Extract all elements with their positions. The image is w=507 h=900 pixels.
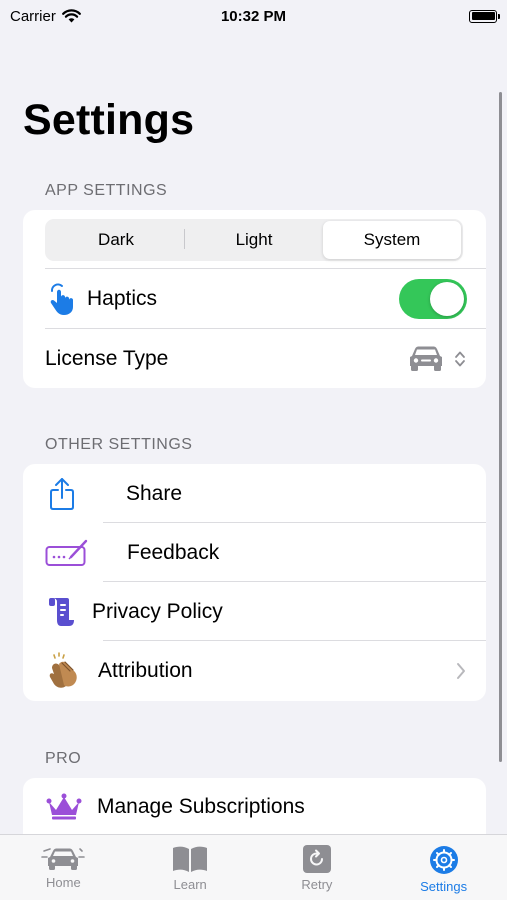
attribution-row[interactable]: Attribution: [23, 641, 486, 700]
privacy-policy-row[interactable]: Privacy Policy: [23, 582, 486, 641]
hand-tap-icon: [45, 282, 79, 316]
share-row[interactable]: Share: [23, 464, 486, 523]
tab-learn[interactable]: Learn: [127, 835, 254, 900]
feedback-row[interactable]: Feedback: [23, 523, 486, 582]
manage-subscriptions-row[interactable]: Manage Subscriptions: [23, 778, 486, 836]
haptics-row: Haptics: [23, 270, 486, 328]
appearance-option-light[interactable]: Light: [185, 221, 323, 259]
tab-bar: Home Learn Retry Settings: [0, 834, 507, 900]
feedback-icon: [45, 538, 89, 568]
book-icon: [171, 845, 209, 873]
tab-home[interactable]: Home: [0, 835, 127, 900]
separator: [45, 268, 486, 269]
appearance-option-dark[interactable]: Dark: [47, 221, 185, 259]
app-settings-header: APP SETTINGS: [45, 182, 168, 199]
haptics-toggle[interactable]: [399, 279, 467, 319]
tab-retry-label: Retry: [301, 877, 333, 892]
other-settings-card: Share Feedback Privacy Policy Attributio…: [23, 464, 486, 701]
scroll-icon: [45, 596, 79, 628]
haptics-label: Haptics: [87, 287, 158, 310]
attribution-label: Attribution: [98, 658, 193, 682]
license-type-label: License Type: [45, 346, 169, 370]
appearance-option-system[interactable]: System: [323, 221, 461, 259]
tab-learn-label: Learn: [173, 877, 207, 892]
app-settings-card: Dark Light System Haptics License Type: [23, 210, 486, 388]
segment-divider: [184, 229, 185, 249]
appearance-segmented-control[interactable]: Dark Light System: [45, 219, 463, 261]
carrier-label: Carrier: [10, 7, 56, 25]
tab-settings-label: Settings: [420, 879, 468, 894]
status-bar: Carrier 10:32 PM: [0, 0, 507, 32]
other-settings-header: OTHER SETTINGS: [45, 436, 193, 453]
chevron-right-icon: [456, 662, 466, 680]
pro-header: PRO: [45, 750, 82, 767]
tab-home-label: Home: [46, 875, 81, 890]
car-front-icon: [40, 845, 86, 871]
share-label: Share: [126, 481, 183, 505]
share-icon: [45, 477, 79, 511]
wifi-icon: [61, 9, 81, 23]
clapping-hands-icon: [45, 651, 83, 690]
manage-subscriptions-label: Manage Subscriptions: [97, 795, 305, 818]
car-icon: [408, 345, 444, 373]
retry-icon: [302, 845, 332, 873]
chevron-up-down-icon[interactable]: [454, 349, 466, 369]
scroll-indicator[interactable]: [499, 92, 502, 762]
gear-icon: [429, 845, 459, 875]
page-title: Settings: [23, 96, 195, 144]
license-type-row[interactable]: License Type: [23, 329, 486, 388]
tab-retry[interactable]: Retry: [254, 835, 381, 900]
toggle-knob: [430, 282, 464, 316]
privacy-policy-label: Privacy Policy: [92, 599, 223, 623]
battery-icon: [469, 9, 500, 23]
tab-settings[interactable]: Settings: [380, 835, 507, 900]
feedback-label: Feedback: [127, 540, 220, 564]
crown-icon: [45, 793, 83, 821]
